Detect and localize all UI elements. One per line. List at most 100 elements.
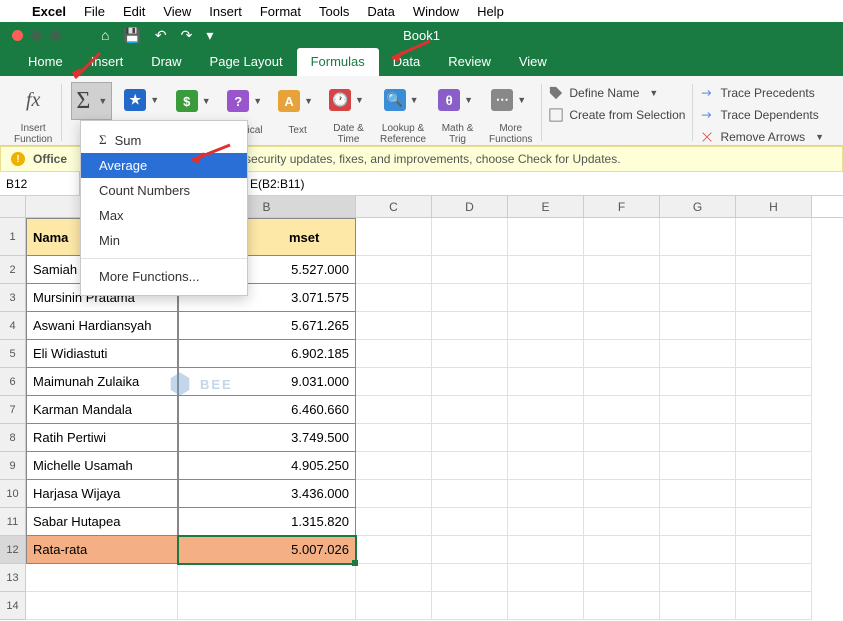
tab-view[interactable]: View xyxy=(505,48,561,76)
warning-icon: ! xyxy=(11,152,25,166)
cell-b7[interactable]: 6.460.660 xyxy=(178,396,356,424)
undo-icon[interactable]: ↶ xyxy=(155,27,167,44)
row-header-5[interactable]: 5 xyxy=(0,340,26,368)
traffic-lights xyxy=(0,30,61,41)
text-label: Text xyxy=(288,125,306,136)
chevron-down-icon: ▼ xyxy=(94,96,111,106)
menu-window[interactable]: Window xyxy=(413,4,459,19)
tab-page-layout[interactable]: Page Layout xyxy=(196,48,297,76)
dropdown-more-functions[interactable]: More Functions... xyxy=(81,264,247,289)
row-header-8[interactable]: 8 xyxy=(0,424,26,452)
menu-help[interactable]: Help xyxy=(477,4,504,19)
row-header-10[interactable]: 10 xyxy=(0,480,26,508)
cell-a6[interactable]: Maimunah Zulaika xyxy=(26,368,178,396)
menu-edit[interactable]: Edit xyxy=(123,4,145,19)
cell-b5[interactable]: 6.902.185 xyxy=(178,340,356,368)
row-header-4[interactable]: 4 xyxy=(0,312,26,340)
row-header-7[interactable]: 7 xyxy=(0,396,26,424)
save-icon[interactable]: 💾 xyxy=(123,27,140,44)
col-header-f[interactable]: F xyxy=(584,196,660,217)
dropdown-count[interactable]: Count Numbers xyxy=(81,178,247,203)
row-headers: 1 2 3 4 5 6 7 8 9 10 11 12 13 14 xyxy=(0,218,26,620)
row-header-3[interactable]: 3 xyxy=(0,284,26,312)
cell-b8[interactable]: 3.749.500 xyxy=(178,424,356,452)
row-header-2[interactable]: 2 xyxy=(0,256,26,284)
create-from-selection-button[interactable]: Create from Selection xyxy=(545,106,689,124)
cell-a8[interactable]: Ratih Pertiwi xyxy=(26,424,178,452)
row-header-9[interactable]: 9 xyxy=(0,452,26,480)
cell-b9[interactable]: 4.905.250 xyxy=(178,452,356,480)
minimize-window-button[interactable] xyxy=(31,30,42,41)
trace-precedents-icon xyxy=(700,86,714,100)
tab-formulas[interactable]: Formulas xyxy=(297,48,379,76)
app-name[interactable]: Excel xyxy=(32,4,66,19)
cell-b10[interactable]: 3.436.000 xyxy=(178,480,356,508)
remove-arrows-icon xyxy=(700,130,714,144)
row-header-14[interactable]: 14 xyxy=(0,592,26,620)
home-icon[interactable]: ⌂ xyxy=(101,27,109,43)
lookup-button[interactable]: 🔍▼ Lookup & Reference xyxy=(374,80,432,145)
trace-precedents-button[interactable]: Trace Precedents xyxy=(696,84,832,102)
sigma-icon: Σ xyxy=(72,88,94,115)
select-all-corner[interactable] xyxy=(0,196,26,217)
redo-icon[interactable]: ↷ xyxy=(181,27,193,44)
dropdown-min[interactable]: Min xyxy=(81,228,247,253)
cell-b11[interactable]: 1.315.820 xyxy=(178,508,356,536)
menu-file[interactable]: File xyxy=(84,4,105,19)
col-header-e[interactable]: E xyxy=(508,196,584,217)
col-header-c[interactable]: C xyxy=(356,196,432,217)
date-time-button[interactable]: 🕐▼ Date & Time xyxy=(323,80,374,145)
tab-review[interactable]: Review xyxy=(434,48,505,76)
name-box[interactable]: B12 xyxy=(0,172,80,195)
dropdown-average[interactable]: Average xyxy=(81,153,247,178)
menu-data[interactable]: Data xyxy=(367,4,394,19)
trace-dependents-button[interactable]: Trace Dependents xyxy=(696,106,832,124)
cell-a4[interactable]: Aswani Hardiansyah xyxy=(26,312,178,340)
math-button[interactable]: θ▼ Math & Trig xyxy=(432,80,483,145)
cell-a12[interactable]: Rata-rata xyxy=(26,536,178,564)
cell-b4[interactable]: 5.671.265 xyxy=(178,312,356,340)
tab-home[interactable]: Home xyxy=(14,48,77,76)
col-header-d[interactable]: D xyxy=(432,196,508,217)
cell-a10[interactable]: Harjasa Wijaya xyxy=(26,480,178,508)
cell-b6[interactable]: 9.031.000 xyxy=(178,368,356,396)
menu-insert[interactable]: Insert xyxy=(209,4,242,19)
tab-draw[interactable]: Draw xyxy=(137,48,195,76)
tag-icon xyxy=(549,86,563,100)
menu-view[interactable]: View xyxy=(163,4,191,19)
more-functions-label: More Functions xyxy=(489,123,532,145)
more-functions-button[interactable]: ⋯▼ More Functions xyxy=(483,80,538,145)
col-header-g[interactable]: G xyxy=(660,196,736,217)
cell-a11[interactable]: Sabar Hutapea xyxy=(26,508,178,536)
fill-handle[interactable] xyxy=(352,560,358,566)
cell-a5[interactable]: Eli Widiastuti xyxy=(26,340,178,368)
notif-text: security updates, fixes, and improvement… xyxy=(245,152,621,166)
cell-a9[interactable]: Michelle Usamah xyxy=(26,452,178,480)
defined-names-group: Define Name ▼ Create from Selection xyxy=(545,80,689,145)
qat-overflow-icon[interactable]: ▾ xyxy=(206,27,213,44)
text-button[interactable]: A▼ Text xyxy=(272,80,323,145)
sigma-icon: Σ xyxy=(99,132,107,148)
row-header-11[interactable]: 11 xyxy=(0,508,26,536)
col-header-h[interactable]: H xyxy=(736,196,812,217)
menu-tools[interactable]: Tools xyxy=(319,4,349,19)
quick-access-toolbar: ⌂ 💾 ↶ ↷ ▾ xyxy=(61,27,213,44)
close-window-button[interactable] xyxy=(12,30,23,41)
tab-data[interactable]: Data xyxy=(379,48,434,76)
remove-arrows-button[interactable]: Remove Arrows ▼ xyxy=(696,128,832,146)
row-header-12[interactable]: 12 xyxy=(0,536,26,564)
menu-format[interactable]: Format xyxy=(260,4,301,19)
row-header-6[interactable]: 6 xyxy=(0,368,26,396)
cell-a7[interactable]: Karman Mandala xyxy=(26,396,178,424)
date-time-label: Date & Time xyxy=(333,123,364,145)
zoom-window-button[interactable] xyxy=(50,30,61,41)
tab-insert[interactable]: Insert xyxy=(77,48,138,76)
dropdown-sum[interactable]: Σ Sum xyxy=(81,127,247,153)
cell-b12[interactable]: 5.007.026 xyxy=(178,536,356,564)
titlebar: ⌂ 💾 ↶ ↷ ▾ Book1 xyxy=(0,22,843,48)
insert-function-button[interactable]: fx Insert Function xyxy=(8,80,58,145)
row-header-13[interactable]: 13 xyxy=(0,564,26,592)
dropdown-max[interactable]: Max xyxy=(81,203,247,228)
define-name-button[interactable]: Define Name ▼ xyxy=(545,84,689,102)
row-header-1[interactable]: 1 xyxy=(0,218,26,256)
